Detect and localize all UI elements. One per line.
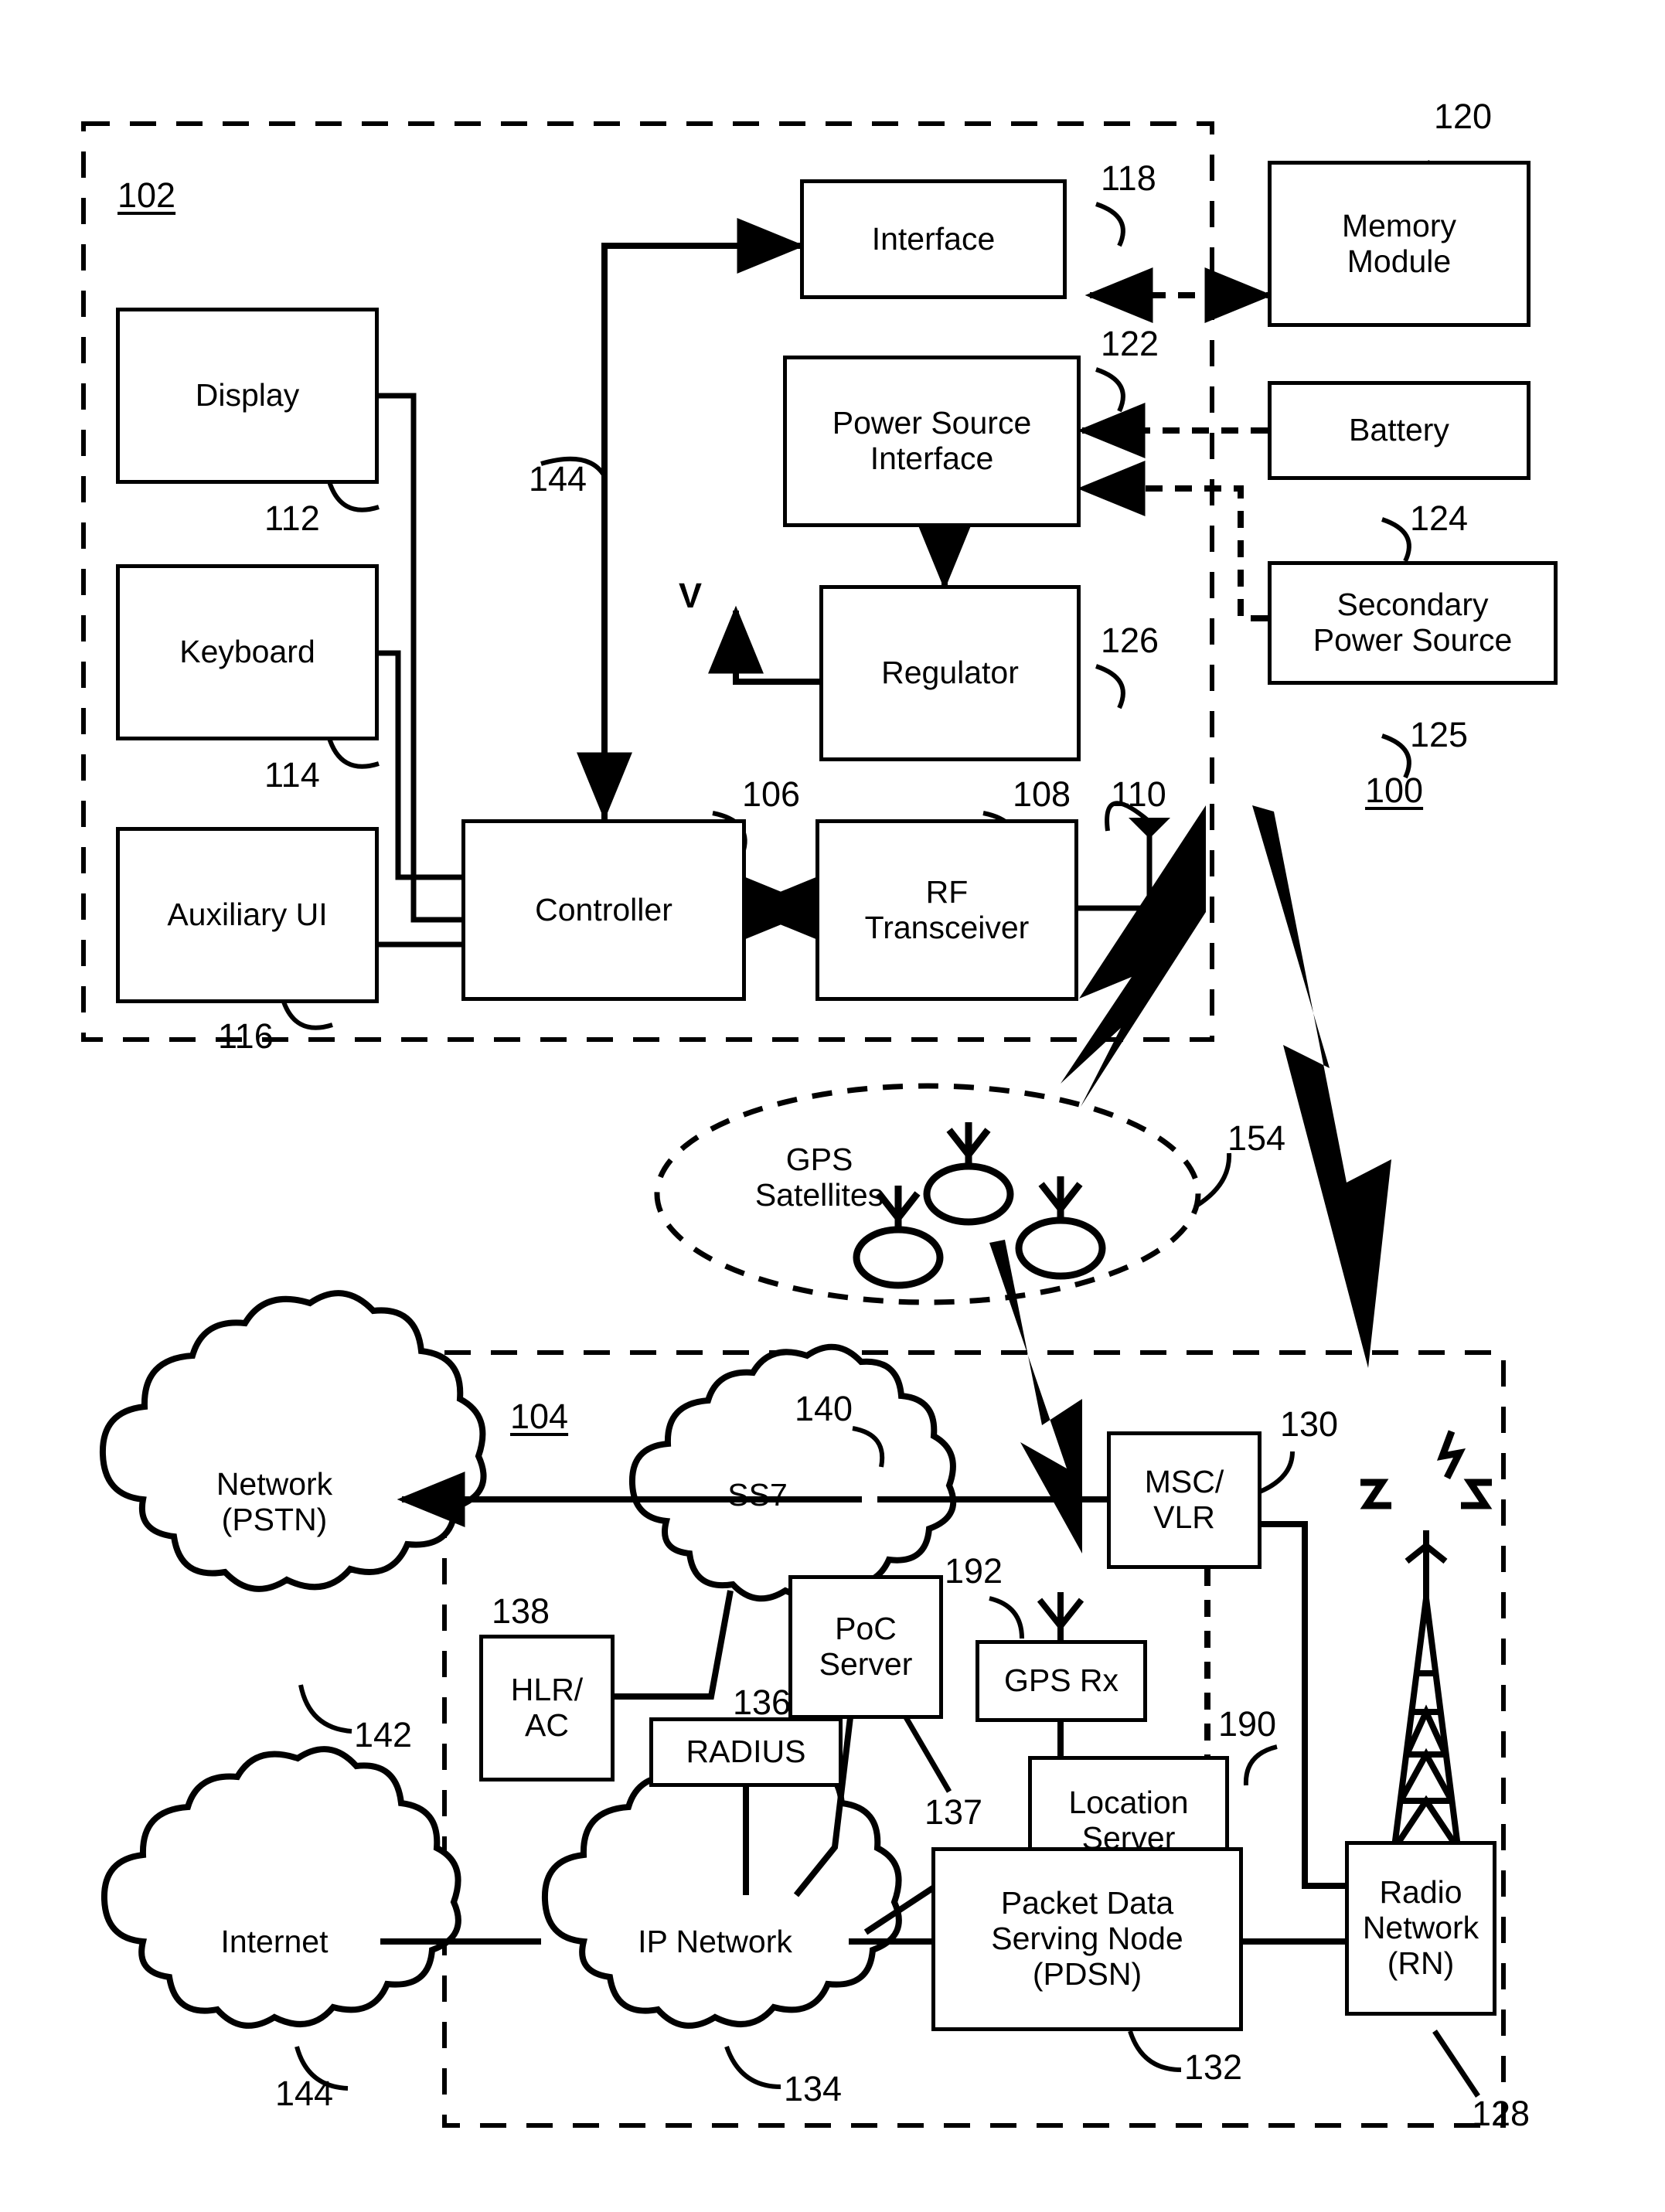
ref-138: 138 — [492, 1591, 550, 1631]
block-interface: Interface — [800, 179, 1067, 299]
block-radio-network: Radio Network (RN) — [1345, 1841, 1496, 2016]
block-gps-rx: GPS Rx — [976, 1640, 1147, 1722]
block-power-source-interface-label: Power Source Interface — [832, 405, 1032, 476]
block-battery: Battery — [1268, 381, 1531, 480]
block-keyboard-label: Keyboard — [179, 634, 315, 670]
block-radius-label: RADIUS — [686, 1734, 806, 1770]
ref-122: 122 — [1101, 324, 1159, 363]
cloud-ss7-label: SS7 — [727, 1477, 788, 1513]
block-hlr-ac-label: HLR/ AC — [510, 1672, 584, 1743]
block-hlr-ac: HLR/ AC — [479, 1635, 615, 1782]
block-auxiliary-ui-label: Auxiliary UI — [167, 897, 328, 933]
block-display-label: Display — [195, 377, 300, 413]
block-keyboard: Keyboard — [116, 564, 379, 740]
block-memory-module-label: Memory Module — [1341, 207, 1457, 279]
ref-154: 154 — [1227, 1118, 1286, 1158]
ref-136: 136 — [733, 1683, 792, 1722]
block-pdsn-label: Packet Data Serving Node (PDSN) — [991, 1885, 1183, 1992]
block-msc-vlr: MSC/ VLR — [1107, 1431, 1262, 1569]
ref-124: 124 — [1410, 499, 1469, 538]
gps-satellites-label: GPS Satellites — [754, 1142, 884, 1213]
ref-116: 116 — [218, 1016, 274, 1056]
block-battery-label: Battery — [1349, 412, 1449, 448]
block-controller-label: Controller — [535, 891, 672, 927]
ref-106: 106 — [742, 774, 801, 814]
block-rf-transceiver: RF Transceiver — [815, 819, 1078, 1001]
ref-144-internet: 144 — [275, 2074, 334, 2113]
block-memory-module: Memory Module — [1268, 161, 1531, 327]
ref-142: 142 — [354, 1715, 413, 1754]
block-regulator: Regulator — [819, 585, 1081, 761]
block-secondary-power-source-label: Secondary Power Source — [1313, 587, 1513, 658]
ref-140: 140 — [795, 1389, 853, 1428]
block-poc-server: PoC Server — [788, 1575, 943, 1719]
ref-134: 134 — [784, 2069, 843, 2108]
cloud-ip-network-label: IP Network — [638, 1924, 792, 1959]
ref-190: 190 — [1218, 1704, 1277, 1744]
ref-108: 108 — [1013, 774, 1071, 814]
block-poc-server-label: PoC Server — [819, 1611, 913, 1682]
block-gps-rx-label: GPS Rx — [1003, 1662, 1119, 1699]
cloud-internet-shape — [100, 1746, 461, 2029]
ref-118: 118 — [1101, 158, 1156, 198]
ref-137: 137 — [924, 1792, 983, 1832]
block-controller: Controller — [461, 819, 746, 1001]
patent-figure: 102 100 104 Display 112 Keyboard 114 Aux… — [0, 0, 1665, 2212]
ref-112: 112 — [264, 499, 320, 538]
device-ref-102: 102 — [117, 175, 176, 215]
block-pdsn: Packet Data Serving Node (PDSN) — [931, 1847, 1243, 2031]
cloud-pstn-label: Network (PSTN) — [216, 1466, 333, 1537]
block-msc-vlr-label: MSC/ VLR — [1144, 1464, 1224, 1535]
cloud-ipnetwork-shape — [541, 1746, 902, 2029]
ref-114: 114 — [264, 755, 320, 795]
cloud-internet-label: Internet — [220, 1924, 329, 1959]
ref-110-antenna: 110 — [1111, 774, 1166, 814]
ref-128: 128 — [1472, 2094, 1531, 2133]
ref-126: 126 — [1101, 621, 1159, 660]
ref-120: 120 — [1434, 97, 1493, 136]
ref-192: 192 — [945, 1551, 1003, 1591]
block-location-server-label: Location Server — [1068, 1785, 1189, 1856]
block-regulator-label: Regulator — [881, 655, 1019, 691]
cloud-ss7-shape — [628, 1343, 957, 1602]
block-rf-transceiver-label: RF Transceiver — [864, 873, 1030, 945]
ref-125: 125 — [1410, 715, 1469, 754]
network-ref-104: 104 — [510, 1397, 569, 1436]
ref-130: 130 — [1280, 1404, 1339, 1444]
block-secondary-power-source: Secondary Power Source — [1268, 561, 1558, 685]
block-radius: RADIUS — [649, 1717, 843, 1787]
block-radio-network-label: Radio Network (RN) — [1362, 1874, 1479, 1981]
ref-132: 132 — [1184, 2047, 1243, 2087]
cloud-pstn-shape — [99, 1290, 487, 1592]
voltage-output-label: V — [679, 576, 703, 615]
ref-144-bus: 144 — [529, 459, 587, 499]
block-auxiliary-ui: Auxiliary UI — [116, 827, 379, 1003]
block-power-source-interface: Power Source Interface — [783, 356, 1081, 527]
system-ref-100: 100 — [1365, 771, 1424, 810]
block-display: Display — [116, 308, 379, 484]
block-interface-label: Interface — [871, 220, 996, 257]
